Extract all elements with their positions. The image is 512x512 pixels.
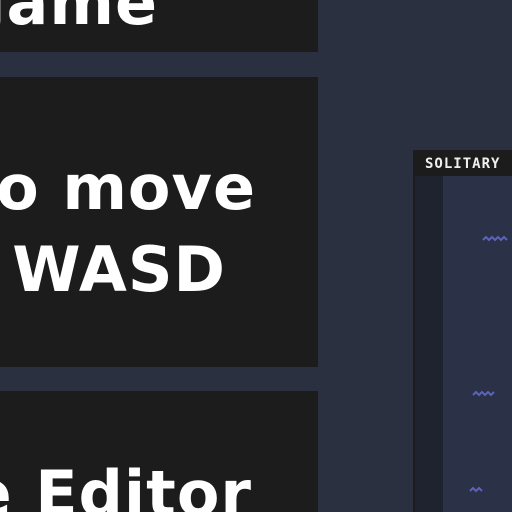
instruction-panel-editor: e Editor xyxy=(0,391,318,512)
instruction-text-wasd: WASD xyxy=(12,233,226,306)
water-wave-icon xyxy=(472,390,495,397)
instruction-text-move: to move xyxy=(0,151,256,224)
game-border-wall xyxy=(415,176,443,512)
water-wave-icon xyxy=(469,486,483,493)
instruction-text-editor: e Editor xyxy=(0,457,252,512)
water-wave-icon xyxy=(482,235,508,242)
instruction-panel-controls: to move WASD xyxy=(0,77,318,367)
game-title: SOLITARY xyxy=(425,156,501,172)
instruction-text-top: game xyxy=(0,0,158,39)
game-preview-window[interactable]: SOLITARY xyxy=(413,150,512,512)
game-play-field[interactable] xyxy=(443,176,512,512)
instruction-panel-top: game xyxy=(0,0,318,52)
